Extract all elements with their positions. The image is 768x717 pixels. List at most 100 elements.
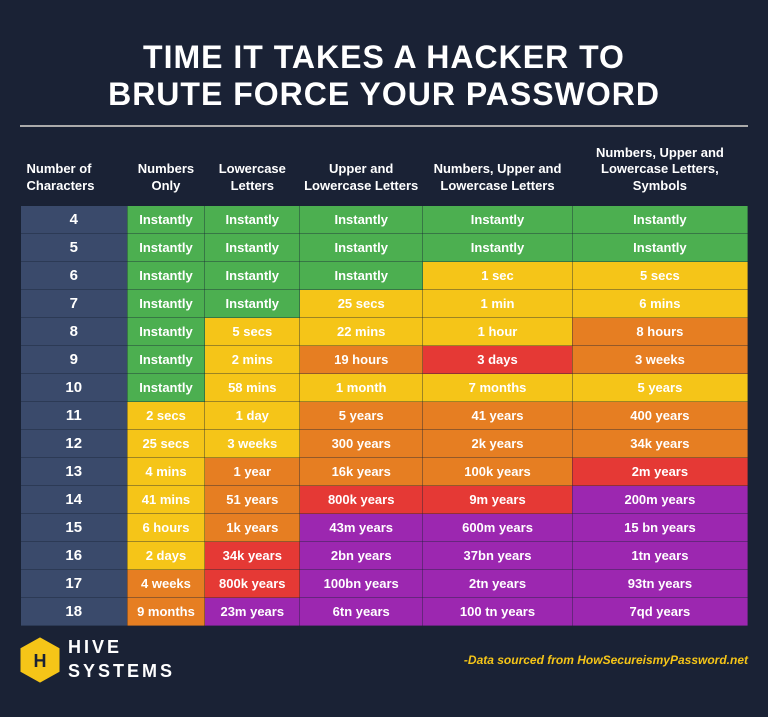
password-table: Number of Characters Numbers Only Lowerc… <box>20 139 748 627</box>
row-value: Instantly <box>423 234 573 262</box>
row-value: 41 years <box>423 402 573 430</box>
row-chars: 9 <box>21 346 128 374</box>
row-value: 5 years <box>572 374 747 402</box>
row-chars: 14 <box>21 486 128 514</box>
row-value: 5 secs <box>205 318 300 346</box>
row-value: 400 years <box>572 402 747 430</box>
row-value: Instantly <box>572 234 747 262</box>
row-value: 100bn years <box>300 570 423 598</box>
row-value: 34k years <box>572 430 747 458</box>
row-value: 19 hours <box>300 346 423 374</box>
row-value: 100k years <box>423 458 573 486</box>
row-value: 4 weeks <box>127 570 205 598</box>
data-source: -Data sourced from HowSecureismyPassword… <box>464 653 748 667</box>
row-value: Instantly <box>127 206 205 234</box>
row-value: 1 min <box>423 290 573 318</box>
row-value: Instantly <box>300 262 423 290</box>
row-value: Instantly <box>127 290 205 318</box>
row-value: 1 hour <box>423 318 573 346</box>
row-chars: 11 <box>21 402 128 430</box>
row-value: 58 mins <box>205 374 300 402</box>
row-chars: 7 <box>21 290 128 318</box>
row-chars: 16 <box>21 542 128 570</box>
row-chars: 17 <box>21 570 128 598</box>
row-value: 100 tn years <box>423 598 573 626</box>
row-value: 2bn years <box>300 542 423 570</box>
main-container: TIME IT TAKES A HACKER TO BRUTE FORCE YO… <box>0 19 768 698</box>
page-title: TIME IT TAKES A HACKER TO BRUTE FORCE YO… <box>20 39 748 113</box>
row-value: Instantly <box>127 234 205 262</box>
row-value: 1tn years <box>572 542 747 570</box>
logo-icon: H <box>20 637 60 683</box>
col-header-all: Numbers, Upper and Lowercase Letters, Sy… <box>572 139 747 206</box>
row-value: 800k years <box>205 570 300 598</box>
row-value: 9 months <box>127 598 205 626</box>
row-value: 3 days <box>423 346 573 374</box>
col-header-upper-lower: Upper and Lowercase Letters <box>300 139 423 206</box>
col-header-num-upper-lower: Numbers, Upper and Lowercase Letters <box>423 139 573 206</box>
row-value: 37bn years <box>423 542 573 570</box>
row-value: 3 weeks <box>572 346 747 374</box>
col-header-chars: Number of Characters <box>21 139 128 206</box>
row-value: Instantly <box>127 374 205 402</box>
row-value: 25 secs <box>300 290 423 318</box>
row-value: 41 mins <box>127 486 205 514</box>
row-value: 2 mins <box>205 346 300 374</box>
row-value: 8 hours <box>572 318 747 346</box>
logo: H HIVE SYSTEMS <box>20 636 175 683</box>
row-value: 7qd years <box>572 598 747 626</box>
row-value: 25 secs <box>127 430 205 458</box>
row-value: 16k years <box>300 458 423 486</box>
row-value: 3 weeks <box>205 430 300 458</box>
row-value: Instantly <box>205 290 300 318</box>
row-value: Instantly <box>572 206 747 234</box>
row-chars: 10 <box>21 374 128 402</box>
row-chars: 4 <box>21 206 128 234</box>
title-divider <box>20 125 748 127</box>
col-header-numbers: Numbers Only <box>127 139 205 206</box>
row-value: Instantly <box>127 262 205 290</box>
row-value: 800k years <box>300 486 423 514</box>
row-chars: 13 <box>21 458 128 486</box>
row-value: 200m years <box>572 486 747 514</box>
row-value: Instantly <box>205 206 300 234</box>
row-chars: 18 <box>21 598 128 626</box>
row-value: 2k years <box>423 430 573 458</box>
row-value: Instantly <box>205 234 300 262</box>
row-value: 9m years <box>423 486 573 514</box>
row-value: 15 bn years <box>572 514 747 542</box>
col-header-lower: Lowercase Letters <box>205 139 300 206</box>
row-value: 2tn years <box>423 570 573 598</box>
row-value: 4 mins <box>127 458 205 486</box>
row-value: Instantly <box>127 318 205 346</box>
row-value: 6tn years <box>300 598 423 626</box>
row-chars: 8 <box>21 318 128 346</box>
row-value: 6 mins <box>572 290 747 318</box>
row-value: Instantly <box>300 206 423 234</box>
row-value: 23m years <box>205 598 300 626</box>
row-value: 1 day <box>205 402 300 430</box>
row-value: Instantly <box>205 262 300 290</box>
row-value: 600m years <box>423 514 573 542</box>
logo-text: HIVE SYSTEMS <box>68 636 175 683</box>
footer: H HIVE SYSTEMS -Data sourced from HowSec… <box>20 636 748 683</box>
row-value: 5 secs <box>572 262 747 290</box>
svg-text:H: H <box>34 651 47 671</box>
row-value: 7 months <box>423 374 573 402</box>
row-chars: 5 <box>21 234 128 262</box>
row-value: 22 mins <box>300 318 423 346</box>
row-value: 1 month <box>300 374 423 402</box>
row-value: 1 sec <box>423 262 573 290</box>
row-value: 2 days <box>127 542 205 570</box>
row-value: 93tn years <box>572 570 747 598</box>
row-value: 51 years <box>205 486 300 514</box>
row-value: Instantly <box>423 206 573 234</box>
row-value: 43m years <box>300 514 423 542</box>
row-value: 1 year <box>205 458 300 486</box>
row-value: 300 years <box>300 430 423 458</box>
row-value: 2m years <box>572 458 747 486</box>
row-chars: 12 <box>21 430 128 458</box>
row-value: 5 years <box>300 402 423 430</box>
row-value: Instantly <box>300 234 423 262</box>
row-value: 2 secs <box>127 402 205 430</box>
